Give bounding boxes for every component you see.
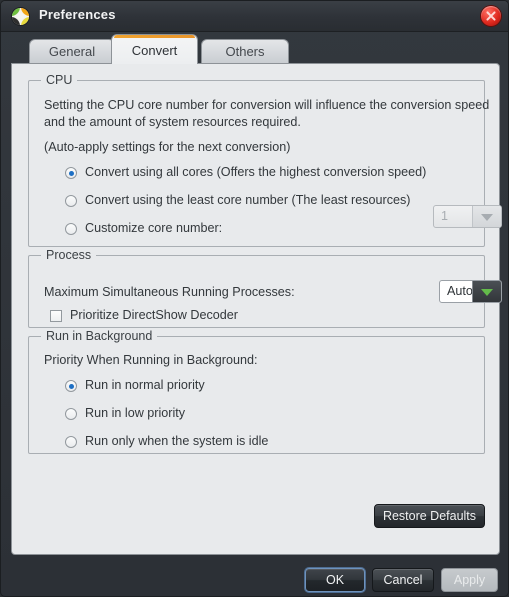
tab-others[interactable]: Others [201, 39, 289, 64]
radio-all-cores-label: Convert using all cores (Offers the high… [85, 165, 427, 179]
close-icon[interactable] [481, 6, 501, 26]
cpu-group: CPU Setting the CPU core number for conv… [28, 73, 502, 247]
radio-all-cores-indicator [65, 167, 77, 179]
tab-bar: General Convert Others [11, 34, 500, 64]
checkbox-prioritize-directshow-label: Prioritize DirectShow Decoder [70, 308, 238, 322]
max-processes-dropdown[interactable]: Auto [439, 280, 502, 303]
radio-normal-priority-label: Run in normal priority [85, 378, 205, 392]
chevron-down-icon [472, 281, 501, 302]
radio-customize-cores-indicator [65, 223, 77, 235]
dialog-button-bar: OK Cancel Apply [1, 563, 508, 596]
window-title: Preferences [39, 7, 116, 22]
title-bar: Preferences [1, 1, 508, 32]
run-in-background-group: Run in Background Priority When Running … [28, 329, 485, 454]
convert-tab-panel: CPU Setting the CPU core number for conv… [11, 63, 502, 555]
radio-low-priority-indicator [65, 408, 77, 420]
cpu-auto-apply-note: (Auto-apply settings for the next conver… [44, 140, 291, 154]
restore-defaults-button[interactable]: Restore Defaults [374, 504, 485, 528]
max-processes-value: Auto [447, 284, 473, 298]
tab-general[interactable]: General [29, 39, 115, 64]
radio-least-cores-indicator [65, 195, 77, 207]
process-group: Process Maximum Simultaneous Running Pro… [28, 248, 502, 328]
radio-idle-priority-label: Run only when the system is idle [85, 434, 269, 448]
app-logo-icon [12, 8, 29, 25]
core-number-value: 1 [441, 209, 449, 223]
radio-idle-priority-indicator [65, 436, 77, 448]
max-processes-label: Maximum Simultaneous Running Processes: [44, 285, 295, 299]
apply-button[interactable]: Apply [441, 568, 498, 592]
cpu-description-line1: Setting the CPU core number for conversi… [44, 98, 490, 112]
radio-normal-priority-indicator [65, 380, 77, 392]
radio-customize-cores-label: Customize core number: [85, 221, 223, 235]
chevron-down-icon [472, 206, 501, 227]
priority-label: Priority When Running in Background: [44, 353, 258, 367]
checkbox-prioritize-directshow-indicator [50, 310, 62, 322]
radio-least-cores-label: Convert using the least core number (The… [85, 193, 411, 207]
tab-convert[interactable]: Convert [111, 34, 198, 64]
cancel-button[interactable]: Cancel [372, 568, 434, 592]
process-group-legend: Process [41, 248, 97, 262]
preferences-window: Preferences General Convert Others CPU S… [0, 0, 509, 597]
core-number-dropdown[interactable]: 1 [433, 205, 502, 228]
cpu-description-line2: and the amount of system resources requi… [44, 115, 301, 129]
ok-button[interactable]: OK [305, 568, 365, 592]
cpu-group-legend: CPU [41, 73, 78, 87]
run-in-background-legend: Run in Background [41, 329, 158, 343]
radio-low-priority-label: Run in low priority [85, 406, 186, 420]
